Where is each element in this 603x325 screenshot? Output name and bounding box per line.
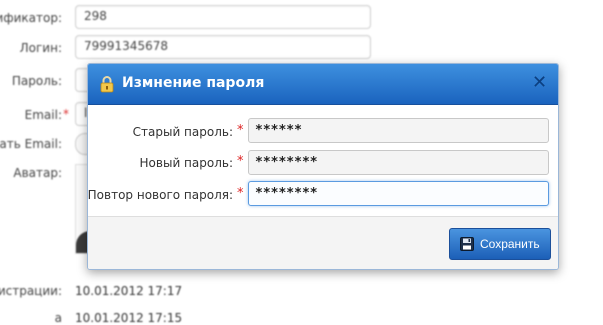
change-password-dialog: Измнение пароля ✕ Старый пароль: * *****… <box>87 63 559 270</box>
lock-icon <box>100 76 114 93</box>
floppy-disk-icon <box>460 237 474 251</box>
dialog-body: Старый пароль: * ****** Новый пароль: * … <box>88 105 558 217</box>
repeat-password-label: Повтор нового пароля: <box>87 188 233 202</box>
repeat-password-field[interactable]: ******** <box>248 181 549 206</box>
dialog-footer: Сохранить <box>88 216 558 269</box>
registration-date: 10.01.2012 17:17 <box>75 284 183 298</box>
avatar-label: Аватар: <box>13 166 62 180</box>
close-icon[interactable]: ✕ <box>532 74 547 92</box>
new-password-field[interactable]: ******** <box>248 150 549 175</box>
old-password-field[interactable]: ****** <box>248 118 549 143</box>
login-field[interactable]: 79991345678 <box>75 35 371 59</box>
repeat-password-required-mark: * <box>237 186 244 201</box>
old-password-required-mark: * <box>237 123 244 138</box>
save-button[interactable]: Сохранить <box>449 228 551 260</box>
new-password-required-mark: * <box>237 154 244 169</box>
last-visit-date: 10.01.2012 17:15 <box>75 311 183 325</box>
dialog-header: Измнение пароля ✕ <box>88 64 558 105</box>
email-label: Email: <box>24 108 62 122</box>
id-field[interactable]: 298 <box>75 5 371 29</box>
last-visit-label: а <box>54 311 62 325</box>
new-password-label: Новый пароль: <box>139 156 233 170</box>
id-label: ификатор: <box>0 11 62 25</box>
password-label: Пароль: <box>11 74 62 88</box>
email-required-mark: * <box>63 107 69 121</box>
confirm-email-label: вать Email: <box>0 137 62 151</box>
registration-label: истрации: <box>0 284 62 298</box>
login-label: Логин: <box>19 41 62 55</box>
old-password-label: Старый пароль: <box>132 125 233 139</box>
save-button-label: Сохранить <box>480 237 540 251</box>
dialog-title: Измнение пароля <box>122 75 265 91</box>
